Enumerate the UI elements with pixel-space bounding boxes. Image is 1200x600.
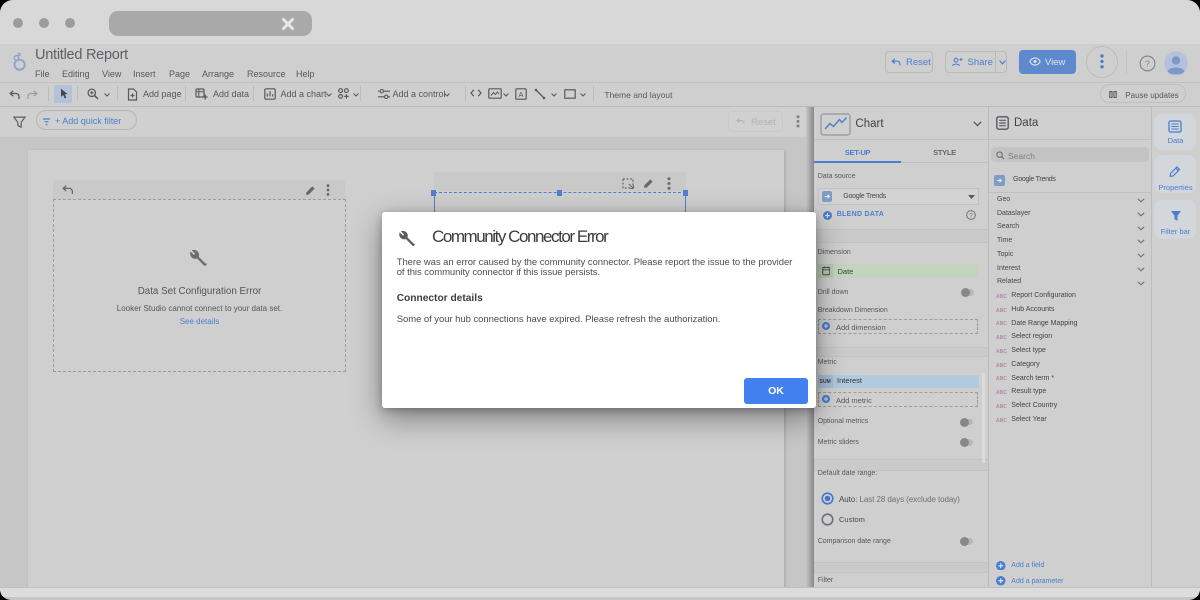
svg-text:?: ? [969,212,973,219]
svg-text:?: ? [1145,59,1150,69]
svg-text:A: A [518,90,523,99]
